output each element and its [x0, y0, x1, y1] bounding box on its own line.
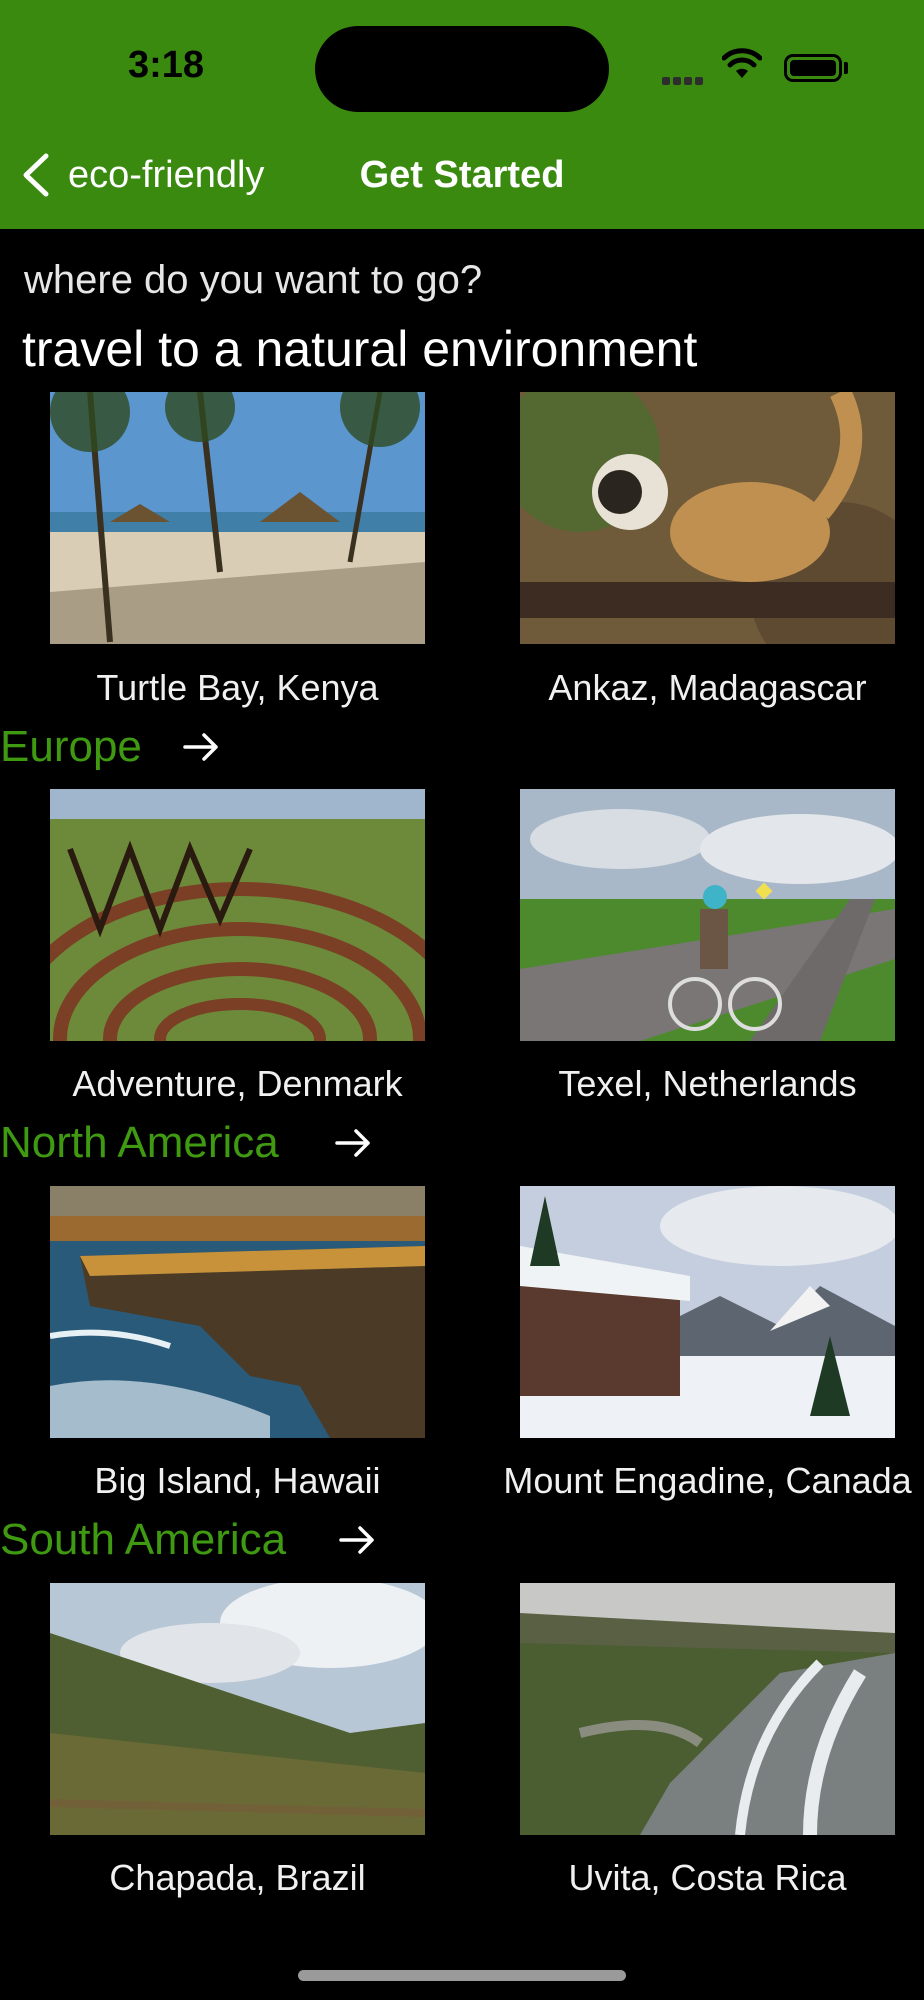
caption-uvita: Uvita, Costa Rica	[568, 1857, 847, 1898]
dynamic-island	[315, 26, 609, 112]
signal-icon	[662, 72, 706, 90]
caption-texel: Texel, Netherlands	[558, 1063, 857, 1104]
caption-turtle-bay: Turtle Bay, Kenya	[96, 667, 379, 708]
caption-adventure-denmark: Adventure, Denmark	[72, 1063, 403, 1104]
caption-chapada: Chapada, Brazil	[109, 1857, 366, 1898]
photo-adventure-denmark[interactable]	[50, 789, 425, 1041]
home-indicator[interactable]	[298, 1970, 626, 1981]
navigation-header: 3:18 eco-friendly Get Started	[0, 0, 924, 229]
section-title: travel to a natural environment	[22, 321, 698, 377]
battery-tip	[844, 62, 848, 74]
arrow-right-icon[interactable]	[182, 731, 220, 763]
arrow-right-icon[interactable]	[338, 1524, 376, 1556]
photo-big-island[interactable]	[50, 1186, 425, 1438]
region-south-america-link[interactable]: South America	[0, 1515, 286, 1565]
arrow-right-icon[interactable]	[334, 1127, 372, 1159]
photo-mount-engadine[interactable]	[520, 1186, 895, 1438]
photo-ankaz[interactable]	[520, 392, 895, 644]
status-time: 3:18	[128, 44, 205, 86]
photo-chapada[interactable]	[50, 1583, 425, 1835]
caption-ankaz: Ankaz, Madagascar	[548, 667, 867, 708]
photo-turtle-bay[interactable]	[50, 392, 425, 644]
region-north-america-link[interactable]: North America	[0, 1118, 279, 1168]
page-title: Get Started	[359, 154, 565, 196]
prompt-text: where do you want to go?	[24, 258, 483, 302]
photo-texel[interactable]	[520, 789, 895, 1041]
region-europe-link[interactable]: Europe	[0, 722, 142, 772]
caption-mount-engadine: Mount Engadine, Canada	[503, 1460, 912, 1501]
battery-icon	[784, 54, 842, 82]
caption-big-island: Big Island, Hawaii	[94, 1460, 381, 1501]
photo-uvita[interactable]	[520, 1583, 895, 1835]
wifi-icon	[722, 48, 762, 78]
